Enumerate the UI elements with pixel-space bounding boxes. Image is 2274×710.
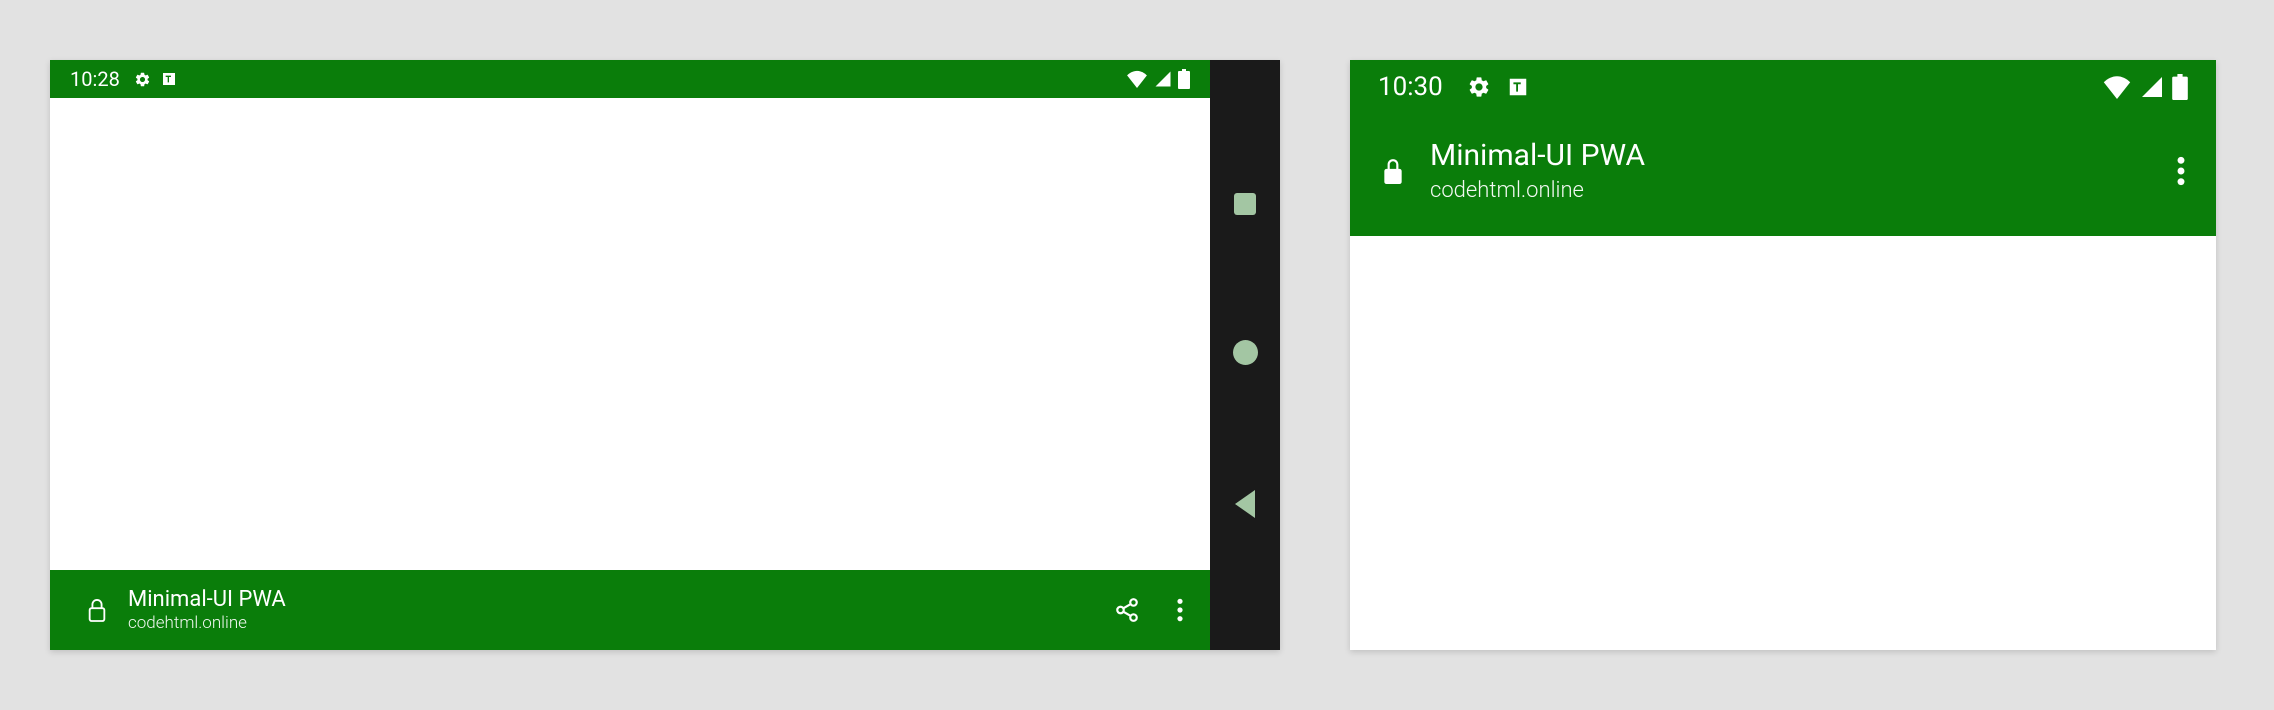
app-origin: codehtml.online: [1430, 176, 1645, 206]
battery-icon: [2172, 74, 2188, 100]
webview-content[interactable]: [50, 98, 1210, 570]
lock-icon: [1380, 155, 1406, 187]
cellular-icon: [1154, 70, 1172, 88]
app-origin: codehtml.online: [128, 613, 286, 634]
system-nav-bar: [1210, 60, 1280, 650]
status-time: 10:28: [70, 67, 120, 91]
app-chrome-bar: Minimal-UI PWA codehtml.online: [1350, 114, 2216, 236]
wifi-icon: [1126, 70, 1148, 88]
gear-icon: [1467, 75, 1491, 99]
back-button[interactable]: [1235, 490, 1255, 518]
status-bar: 10:30: [1350, 60, 2216, 114]
share-icon[interactable]: [1114, 597, 1140, 623]
app-chrome-bar: Minimal-UI PWA codehtml.online: [50, 570, 1210, 650]
more-vert-icon[interactable]: [2176, 155, 2186, 187]
cellular-icon: [2140, 75, 2164, 99]
app-title: Minimal-UI PWA: [128, 586, 286, 614]
more-vert-icon[interactable]: [1176, 597, 1184, 623]
status-left-icons: [134, 71, 177, 88]
status-right-icons: [2102, 74, 2188, 100]
app-title-group: Minimal-UI PWA codehtml.online: [1430, 136, 1645, 206]
status-right-icons: [1126, 69, 1190, 89]
device-landscape-screen: 10:28: [50, 60, 1210, 650]
device-portrait: 10:30: [1350, 60, 2216, 650]
status-left-icons: [1467, 75, 1529, 99]
text-box-icon: [1507, 76, 1529, 98]
status-bar: 10:28: [50, 60, 1210, 98]
app-title-group: Minimal-UI PWA codehtml.online: [128, 586, 286, 635]
wifi-icon: [2102, 75, 2132, 99]
lock-icon: [86, 597, 108, 623]
status-time: 10:30: [1378, 72, 1443, 102]
app-title: Minimal-UI PWA: [1430, 136, 1645, 177]
text-box-icon: [161, 71, 177, 87]
webview-content[interactable]: [1350, 236, 2216, 650]
gear-icon: [134, 71, 151, 88]
recents-button[interactable]: [1234, 193, 1256, 215]
battery-icon: [1178, 69, 1190, 89]
home-button[interactable]: [1233, 340, 1258, 365]
device-landscape: 10:28: [50, 60, 1280, 650]
